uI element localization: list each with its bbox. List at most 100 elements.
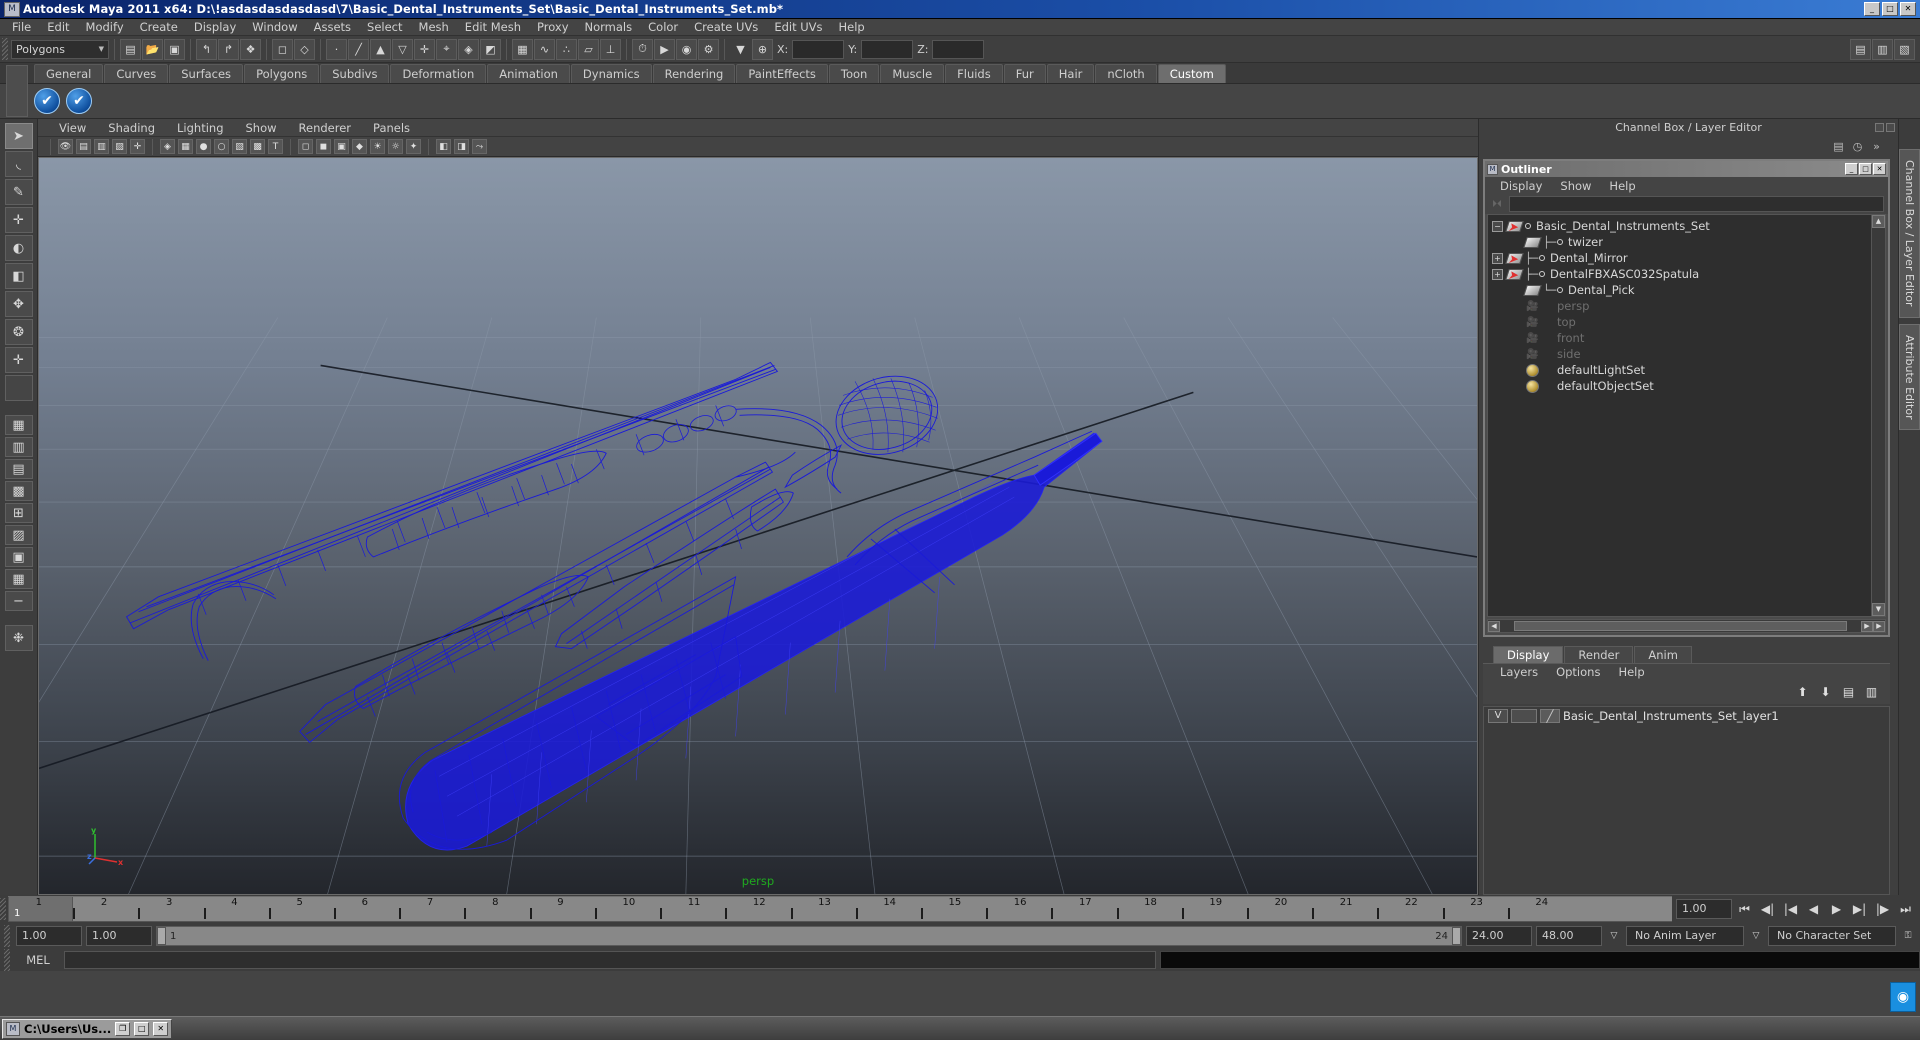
rotate-tool[interactable]: ◐	[4, 235, 33, 261]
mask-pivots-icon[interactable]: ✛	[414, 38, 435, 60]
command-line-grip[interactable]	[4, 949, 10, 971]
isolate-select-icon[interactable]: ▣	[334, 139, 349, 154]
mask-misc-icon[interactable]: ◈	[458, 38, 479, 60]
exposure-icon[interactable]: ◧	[436, 139, 451, 154]
mask-faces-icon[interactable]: ▲	[370, 38, 391, 60]
outliner-close-button[interactable]: ✕	[1873, 163, 1886, 175]
shelf-tab-surfaces[interactable]: Surfaces	[169, 64, 244, 83]
select-by-object-icon[interactable]: ◻	[272, 38, 293, 60]
time-slider-grip[interactable]	[0, 898, 6, 920]
shelf-tab-custom[interactable]: Custom	[1157, 64, 1226, 83]
tab-anim[interactable]: Anim	[1634, 646, 1692, 663]
play-forwards-icon[interactable]: ▶	[1826, 899, 1847, 919]
shelf-tab-deformation[interactable]: Deformation	[390, 64, 487, 83]
range-right-handle[interactable]	[1452, 927, 1461, 945]
tab-render[interactable]: Render	[1564, 646, 1634, 663]
transform-field-mode-icon[interactable]: ▼	[730, 39, 751, 60]
shelf-tab-general[interactable]: General	[34, 64, 104, 83]
layer-color-swatch[interactable]: ╱	[1540, 709, 1560, 723]
render-settings-icon[interactable]: ⚙	[698, 38, 719, 60]
layer-menu-options[interactable]: Options	[1547, 665, 1609, 679]
smooth-shade-all-icon[interactable]: ▦	[178, 139, 193, 154]
dock-minimize-icon[interactable]	[1875, 122, 1884, 132]
filter-icon[interactable]: ⏵⏴	[1489, 197, 1505, 212]
no-lights-icon[interactable]: ☀	[370, 139, 385, 154]
undo-icon[interactable]: ↰	[196, 38, 217, 60]
save-scene-icon[interactable]: ▣	[164, 38, 185, 60]
menu-create-uvs[interactable]: Create UVs	[686, 19, 766, 36]
paint-effects-toggle-icon[interactable]: ❉	[4, 625, 33, 651]
expander-icon[interactable]: −	[1492, 220, 1503, 232]
tab-display[interactable]: Display	[1493, 646, 1564, 663]
select-camera-icon[interactable]: 👁	[58, 139, 73, 154]
taskbar-restore-button[interactable]: ❐	[115, 1021, 131, 1036]
menu-edit-mesh[interactable]: Edit Mesh	[457, 19, 529, 36]
menu-window[interactable]: Window	[244, 19, 305, 36]
shelf-tab-muscle[interactable]: Muscle	[880, 64, 945, 83]
menu-edit[interactable]: Edit	[39, 19, 77, 36]
last-tool-used[interactable]	[4, 375, 33, 401]
outliner-search-input[interactable]	[1509, 196, 1884, 212]
step-forward-key-icon[interactable]: ▶|	[1849, 899, 1870, 919]
shelf-tab-fur[interactable]: Fur	[1003, 64, 1046, 83]
play-backwards-icon[interactable]: ◀	[1803, 899, 1824, 919]
outliner-item-basic-dental-instruments-set[interactable]: − ➤ Basic_Dental_Instruments_Set	[1488, 218, 1871, 234]
character-set-dropdown-icon[interactable]: ▽	[1748, 927, 1764, 945]
expander-icon[interactable]: +	[1492, 252, 1503, 264]
menu-select[interactable]: Select	[359, 19, 410, 36]
scroll-up-icon[interactable]: ▲	[1872, 215, 1885, 228]
textured-icon[interactable]: ▩	[250, 139, 265, 154]
3d-viewport[interactable]: y x z persp	[38, 157, 1478, 895]
viewport-share-icon[interactable]: ⤳	[472, 139, 487, 154]
absolute-transform-icon[interactable]: ⊕	[752, 38, 773, 60]
shelf-tab-rendering[interactable]: Rendering	[652, 64, 736, 83]
move-layer-down-icon[interactable]: ⬇	[1817, 684, 1834, 701]
tab-attribute-editor[interactable]: Attribute Editor	[1899, 323, 1920, 431]
select-tool[interactable]: ➤	[4, 123, 33, 149]
outliner-minimize-button[interactable]: _	[1845, 163, 1858, 175]
image-plane-icon[interactable]: ▨	[112, 139, 127, 154]
move-layer-up-icon[interactable]: ⬆	[1794, 684, 1811, 701]
shelf-editor-handle[interactable]	[6, 65, 28, 117]
paint-select-tool[interactable]: ✎	[4, 179, 33, 205]
toolbar-grip[interactable]	[2, 38, 8, 60]
shelf-tab-animation[interactable]: Animation	[487, 64, 570, 83]
viewport-menu-view[interactable]: View	[48, 121, 97, 135]
outliner-item-front[interactable]: 🎥 front	[1488, 330, 1871, 346]
menu-modify[interactable]: Modify	[78, 19, 132, 36]
outliner-item-dental-spatula[interactable]: + ➤ ├─ DentalFBXASC032Spatula	[1488, 266, 1871, 282]
viewport-menu-show[interactable]: Show	[235, 121, 288, 135]
layer-list[interactable]: V ╱ Basic_Dental_Instruments_Set_layer1	[1483, 706, 1890, 895]
anim-layer-select[interactable]: No Anim Layer	[1626, 926, 1744, 946]
flat-shade-icon[interactable]: ○	[214, 139, 229, 154]
show-hide-channel-box-icon[interactable]: ▤	[1850, 38, 1871, 60]
twopoint-resolution-icon[interactable]: ✛	[130, 139, 145, 154]
menu-help[interactable]: Help	[831, 19, 873, 36]
command-language-label[interactable]: MEL	[16, 953, 60, 967]
go-to-start-icon[interactable]: ⏮	[1734, 899, 1755, 919]
shelf-tab-painteffects[interactable]: PaintEffects	[736, 64, 828, 83]
xray-icon[interactable]: ◻	[298, 139, 313, 154]
lasso-select-tool[interactable]: ◟	[4, 151, 33, 177]
outliner-item-default-object-set[interactable]: defaultObjectSet	[1488, 378, 1871, 394]
step-back-key-icon[interactable]: |◀	[1780, 899, 1801, 919]
smooth-shade-selected-icon[interactable]: ●	[196, 139, 211, 154]
shelf-tab-polygons[interactable]: Polygons	[244, 64, 320, 83]
taskbar-close-button[interactable]: ✕	[153, 1021, 169, 1036]
text-display-icon[interactable]: T	[268, 139, 283, 154]
shelf-tab-toon[interactable]: Toon	[828, 64, 880, 83]
menu-file[interactable]: File	[4, 19, 39, 36]
viewport-menu-shading[interactable]: Shading	[97, 121, 166, 135]
layout-four-pane[interactable]: ⊞	[4, 503, 33, 523]
shelf-tab-hair[interactable]: Hair	[1046, 64, 1095, 83]
menu-create[interactable]: Create	[132, 19, 186, 36]
shelf-tab-fluids[interactable]: Fluids	[945, 64, 1003, 83]
taskbar-maximize-button[interactable]: □	[134, 1021, 150, 1036]
layer-menu-help[interactable]: Help	[1609, 665, 1653, 679]
default-lights-icon[interactable]: ☼	[388, 139, 403, 154]
step-forward-frame-icon[interactable]: |▶	[1872, 899, 1893, 919]
taskbar-item-maya[interactable]: M C:\Users\Us... ❐ □ ✕	[2, 1018, 173, 1039]
scroll-down-icon[interactable]: ▼	[1872, 603, 1885, 616]
outliner-menu-display[interactable]: Display	[1491, 179, 1551, 193]
current-frame-input[interactable]: 1.00	[1676, 899, 1732, 919]
